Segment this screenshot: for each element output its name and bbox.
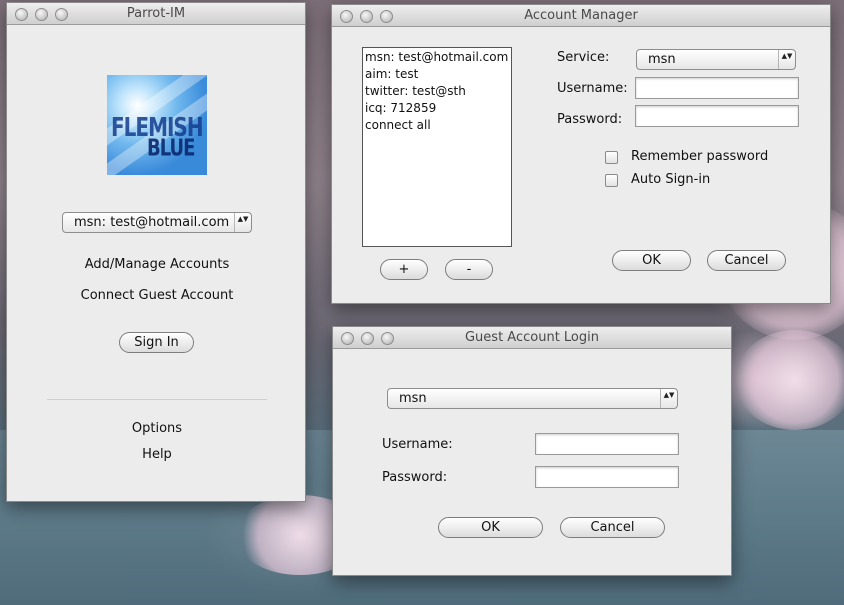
logo-text: BLUE: [147, 134, 195, 163]
close-button[interactable]: [340, 10, 353, 23]
parrot-im-window: Parrot-IM FLEMISH BLUE msn: test@hotmail…: [6, 2, 306, 502]
chevron-updown-icon: ▲▼: [778, 50, 795, 69]
remove-account-button[interactable]: -: [445, 259, 493, 280]
account-select[interactable]: msn: test@hotmail.com ▲▼: [62, 212, 252, 233]
divider: [47, 399, 267, 400]
chevron-updown-icon: ▲▼: [234, 213, 251, 232]
guest-password-field[interactable]: [535, 466, 679, 488]
zoom-button[interactable]: [380, 10, 393, 23]
desktop-tree: [735, 330, 844, 430]
minimize-button[interactable]: [35, 8, 48, 21]
titlebar: Account Manager: [332, 5, 830, 27]
password-label: Password:: [557, 112, 623, 127]
remember-password-label: Remember password: [631, 149, 769, 164]
list-item[interactable]: aim: test: [365, 66, 509, 83]
guest-password-label: Password:: [382, 470, 448, 485]
account-select-value: msn: test@hotmail.com: [74, 215, 230, 230]
ok-button[interactable]: OK: [612, 250, 691, 271]
account-manager-window: Account Manager msn: test@hotmail.com ai…: [331, 4, 831, 304]
guest-username-field[interactable]: [535, 433, 679, 455]
guest-account-login-window: Guest Account Login msn ▲▼ Username: Pas…: [332, 326, 732, 576]
username-field[interactable]: [635, 77, 799, 99]
zoom-button[interactable]: [55, 8, 68, 21]
titlebar: Parrot-IM: [7, 3, 305, 25]
close-button[interactable]: [15, 8, 28, 21]
sign-in-button[interactable]: Sign In: [119, 332, 194, 353]
add-manage-accounts-link[interactable]: Add/Manage Accounts: [7, 257, 307, 272]
chevron-updown-icon: ▲▼: [660, 389, 677, 408]
zoom-button[interactable]: [381, 332, 394, 345]
window-controls: [340, 10, 393, 23]
list-item[interactable]: connect all: [365, 117, 509, 134]
window-title: Parrot-IM: [126, 6, 186, 21]
window-title: Guest Account Login: [464, 330, 599, 345]
options-link[interactable]: Options: [7, 421, 307, 436]
close-button[interactable]: [341, 332, 354, 345]
add-account-button[interactable]: +: [380, 259, 428, 280]
connect-guest-account-link[interactable]: Connect Guest Account: [7, 288, 307, 303]
minimize-button[interactable]: [361, 332, 374, 345]
guest-service-select-value: msn: [399, 391, 427, 406]
password-field[interactable]: [635, 105, 799, 127]
list-item[interactable]: icq: 712859: [365, 100, 509, 117]
help-link[interactable]: Help: [7, 447, 307, 462]
window-title: Account Manager: [524, 8, 638, 23]
service-label: Service:: [557, 50, 610, 65]
minimize-button[interactable]: [360, 10, 373, 23]
cancel-button[interactable]: Cancel: [707, 250, 786, 271]
service-select[interactable]: msn ▲▼: [636, 49, 796, 70]
titlebar: Guest Account Login: [333, 327, 731, 349]
window-controls: [341, 332, 394, 345]
list-item[interactable]: msn: test@hotmail.com: [365, 49, 509, 66]
auto-sign-in-checkbox[interactable]: [605, 174, 618, 187]
window-controls: [15, 8, 68, 21]
remember-password-checkbox[interactable]: [605, 151, 618, 164]
auto-sign-in-label: Auto Sign-in: [631, 172, 711, 187]
account-list[interactable]: msn: test@hotmail.com aim: test twitter:…: [362, 47, 512, 247]
service-select-value: msn: [648, 52, 676, 67]
list-item[interactable]: twitter: test@sth: [365, 83, 509, 100]
guest-username-label: Username:: [382, 437, 453, 452]
guest-ok-button[interactable]: OK: [438, 517, 543, 538]
username-label: Username:: [557, 81, 628, 96]
guest-cancel-button[interactable]: Cancel: [560, 517, 665, 538]
guest-service-select[interactable]: msn ▲▼: [387, 388, 678, 409]
app-logo: FLEMISH BLUE: [107, 75, 207, 175]
